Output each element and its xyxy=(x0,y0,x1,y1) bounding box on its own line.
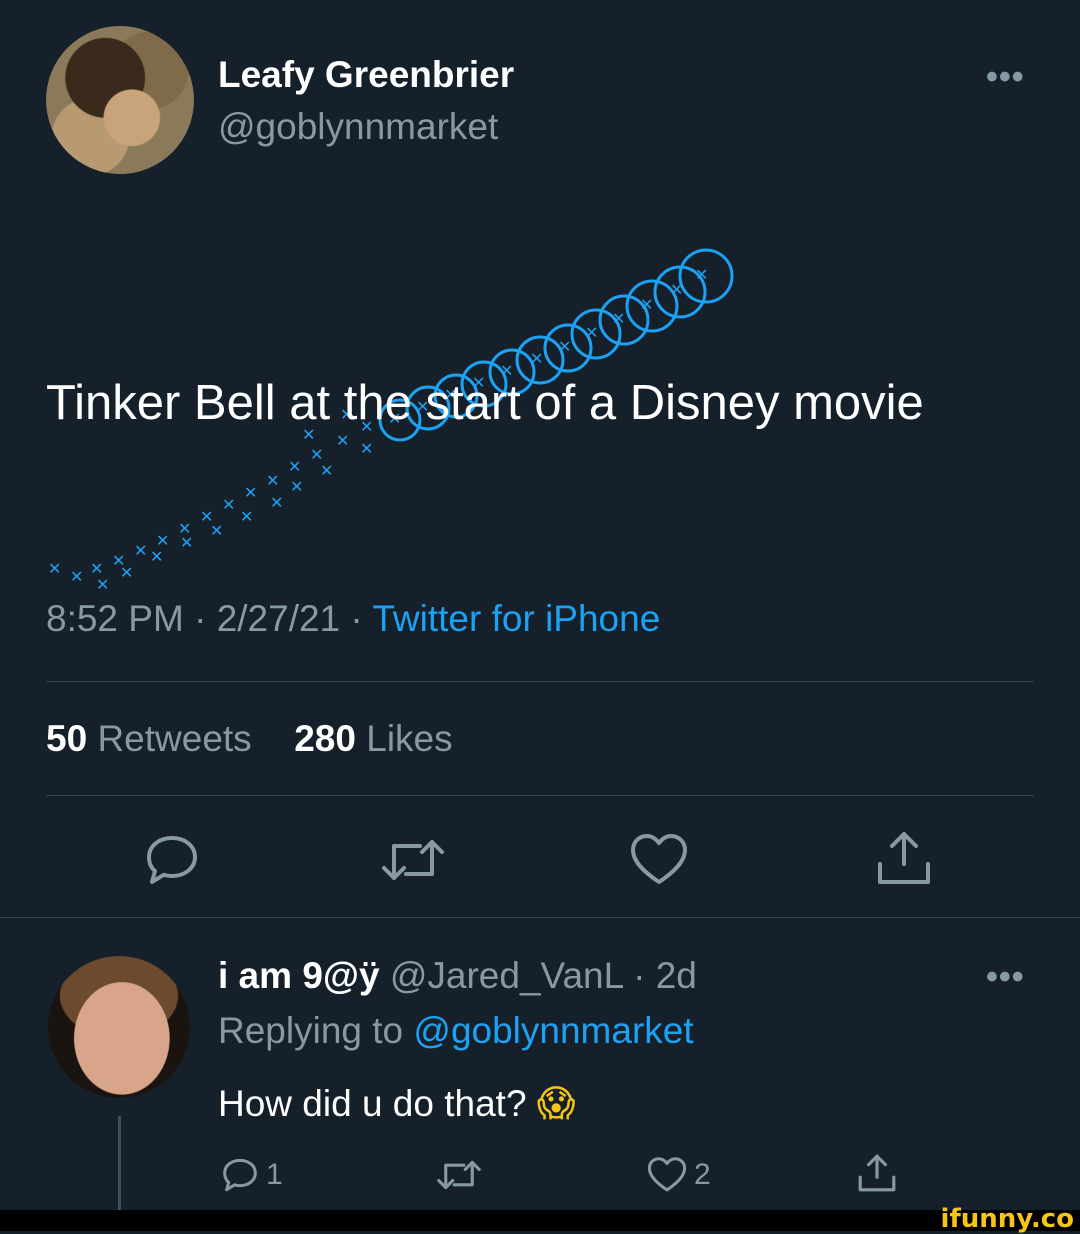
share-icon[interactable] xyxy=(874,828,934,888)
svg-text:✕: ✕ xyxy=(266,471,279,490)
retweets-label: Retweets xyxy=(97,718,252,759)
meta-separator: · xyxy=(194,598,207,639)
svg-text:✕: ✕ xyxy=(150,547,163,566)
reply-author-handle[interactable]: @Jared_VanL xyxy=(390,955,623,996)
share-icon[interactable] xyxy=(856,1152,898,1194)
divider xyxy=(46,681,1034,682)
reply-header: i am 9@ÿ @Jared_VanL · 2d xyxy=(218,955,697,997)
svg-text:✕: ✕ xyxy=(240,507,253,526)
reply-body: How did u do that? 😱 xyxy=(218,1082,575,1125)
divider xyxy=(0,917,1080,918)
retweet-icon[interactable] xyxy=(380,834,446,886)
svg-text:✕: ✕ xyxy=(670,280,683,299)
tweet-meta: 8:52 PM · 2/27/21 · Twitter for iPhone xyxy=(46,598,660,640)
reply-count: 1 xyxy=(266,1158,283,1191)
heart-icon xyxy=(647,1157,687,1192)
bottom-bar xyxy=(0,1210,1080,1231)
likes-stat[interactable]: 280 Likes xyxy=(294,718,452,759)
replying-to: Replying to @goblynnmarket xyxy=(218,1010,694,1052)
svg-text:✕: ✕ xyxy=(290,477,303,496)
svg-text:✕: ✕ xyxy=(558,337,571,356)
likes-label: Likes xyxy=(366,718,453,759)
author-avatar[interactable] xyxy=(46,26,194,174)
svg-text:✕: ✕ xyxy=(70,567,83,586)
more-icon[interactable]: ••• xyxy=(986,58,1025,97)
reply-age: 2d xyxy=(655,955,697,996)
reply-icon xyxy=(223,1158,257,1192)
meta-separator: · xyxy=(350,598,363,639)
reply-author-avatar[interactable] xyxy=(48,956,190,1098)
watermark: ifunny.co xyxy=(940,1204,1074,1234)
tweet-stats: 50 Retweets 280 Likes xyxy=(46,718,453,760)
reply-icon[interactable] xyxy=(142,832,202,888)
tweet-date: 2/27/21 xyxy=(216,598,341,639)
svg-text:✕: ✕ xyxy=(134,541,147,560)
svg-text:✕: ✕ xyxy=(180,533,193,552)
svg-text:✕: ✕ xyxy=(612,309,625,328)
retweet-icon[interactable] xyxy=(436,1156,482,1194)
svg-text:✕: ✕ xyxy=(210,521,223,540)
author-name[interactable]: Leafy Greenbrier xyxy=(218,54,514,96)
svg-text:✕: ✕ xyxy=(695,265,708,284)
svg-text:✕: ✕ xyxy=(270,493,283,512)
svg-text:✕: ✕ xyxy=(96,575,109,594)
reply-text: How did u do that? xyxy=(218,1083,527,1124)
retweets-stat[interactable]: 50 Retweets xyxy=(46,718,252,759)
scream-emoji-icon: 😱 xyxy=(536,1082,576,1125)
replying-to-prefix: Replying to xyxy=(218,1010,404,1051)
svg-text:✕: ✕ xyxy=(222,495,235,514)
retweets-count: 50 xyxy=(46,718,88,759)
replying-to-handle[interactable]: @goblynnmarket xyxy=(413,1010,693,1051)
like-count: 2 xyxy=(694,1158,711,1191)
reply-separator: · xyxy=(633,955,646,996)
svg-text:✕: ✕ xyxy=(120,563,133,582)
svg-text:✕: ✕ xyxy=(320,461,333,480)
like-action[interactable]: 2 xyxy=(646,1156,711,1194)
tweet-time: 8:52 PM xyxy=(46,598,184,639)
svg-text:✕: ✕ xyxy=(288,457,301,476)
svg-text:✕: ✕ xyxy=(640,295,653,314)
svg-text:✕: ✕ xyxy=(244,483,257,502)
thread-line xyxy=(118,1116,121,1212)
reply-author-name[interactable]: i am 9@ÿ xyxy=(218,955,380,996)
divider xyxy=(46,795,1034,796)
svg-text:✕: ✕ xyxy=(585,323,598,342)
tweet-text: Tinker Bell at the start of a Disney mov… xyxy=(46,376,924,430)
author-handle[interactable]: @goblynnmarket xyxy=(218,106,498,148)
svg-text:✕: ✕ xyxy=(48,559,61,578)
heart-icon[interactable] xyxy=(628,832,690,888)
reply-action[interactable]: 1 xyxy=(220,1156,283,1194)
tweet-source-link[interactable]: Twitter for iPhone xyxy=(372,598,660,639)
likes-count: 280 xyxy=(294,718,356,759)
reply-more-icon[interactable]: ••• xyxy=(986,958,1025,997)
